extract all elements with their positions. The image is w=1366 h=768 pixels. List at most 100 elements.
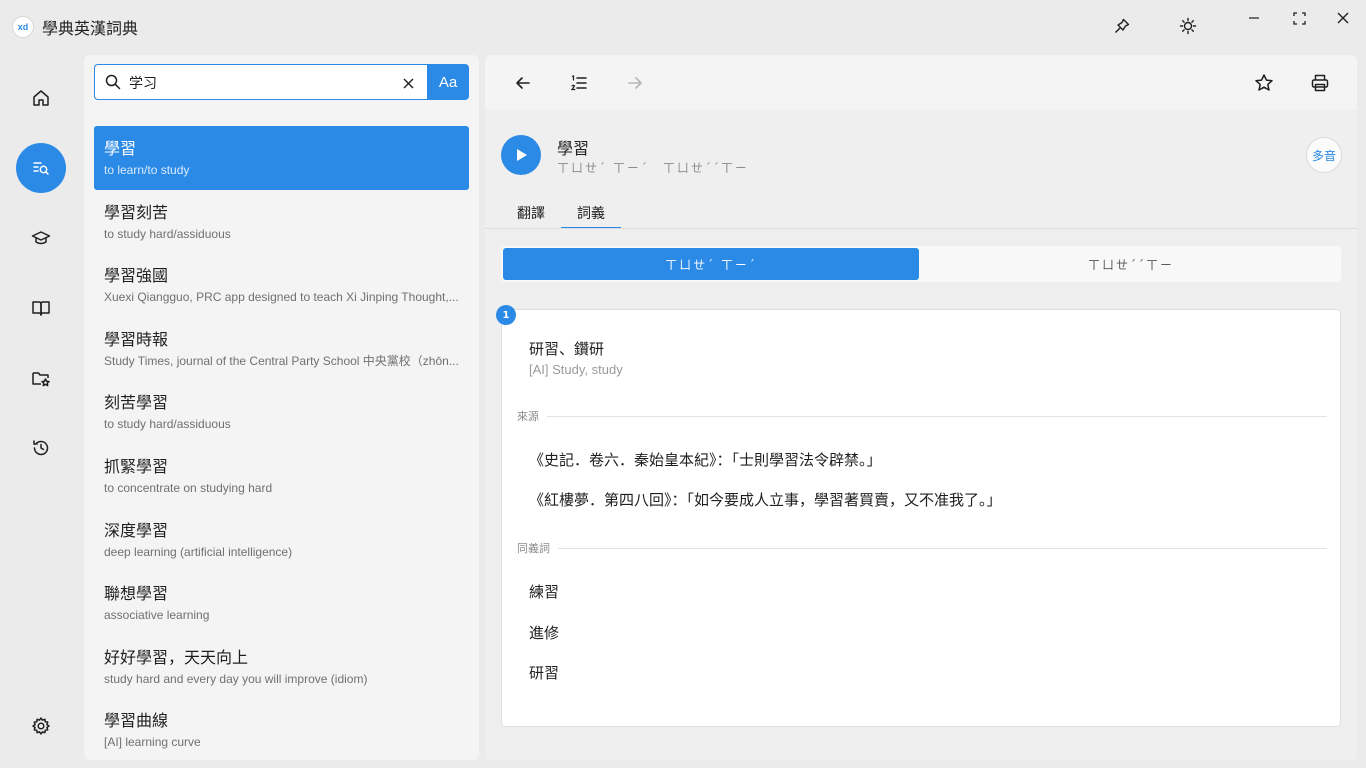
word-pronunciation: ㄒㄩㄝˊ ㄒㄧˊ ㄒㄩㄝˊˊㄒㄧ — [557, 161, 749, 175]
source-label: 來源 — [517, 410, 539, 423]
result-headword: 學習 — [104, 139, 137, 158]
result-gloss: to study hard/assiduous — [104, 417, 231, 432]
graduation-cap-icon — [31, 231, 51, 245]
print-button[interactable] — [1303, 66, 1337, 100]
search-box — [94, 64, 427, 100]
book-icon — [32, 301, 50, 316]
printer-icon — [1311, 74, 1329, 92]
tab-divider — [485, 228, 1357, 229]
result-headword: 抓緊學習 — [104, 456, 169, 476]
synonym-item[interactable]: 進修 — [529, 622, 559, 643]
fullscreen-icon — [1292, 11, 1306, 25]
result-gloss: to learn/to study — [104, 163, 190, 177]
list-item[interactable]: 學習曲線 [AI] learning curve — [94, 698, 469, 760]
case-toggle-button[interactable]: Aa — [427, 64, 469, 100]
star-icon — [1255, 74, 1273, 91]
list-item[interactable]: 學習刻苦 to study hard/assiduous — [94, 190, 469, 254]
list-item[interactable]: 抓緊學習 to concentrate on studying hard — [94, 444, 469, 508]
theme-button[interactable] — [1168, 8, 1208, 44]
result-gloss: to concentrate on studying hard — [104, 480, 273, 495]
result-gloss: [AI] learning curve — [104, 735, 201, 750]
results-panel: Aa 學習 to learn/to study 學習刻苦 to study ha… — [84, 55, 479, 760]
minimize-icon — [1249, 17, 1259, 19]
detail-panel: 學習 ㄒㄩㄝˊ ㄒㄧˊ ㄒㄩㄝˊˊㄒㄧ 多音 翻譯 詞義 ㄒㄩㄝˊ ㄒㄧˊ ㄒㄩ… — [485, 55, 1357, 760]
result-headword: 刻苦學習 — [104, 393, 169, 413]
play-audio-button[interactable] — [501, 135, 541, 175]
app-logo: xd — [12, 16, 34, 38]
synonym-section-label: 同義詞 — [517, 540, 1327, 556]
nav-dictionary[interactable] — [16, 283, 66, 333]
minimize-button[interactable] — [1234, 0, 1274, 36]
definition-translation: [AI] Study, study — [529, 362, 623, 377]
reading-selector: ㄒㄩㄝˊ ㄒㄧˊ ㄒㄩㄝˊˊㄒㄧ — [501, 246, 1341, 282]
search-icon — [105, 74, 121, 90]
clear-search-button[interactable] — [399, 74, 417, 92]
history-icon — [33, 440, 49, 456]
result-headword: 學習強國 — [104, 266, 169, 286]
source-section-label: 來源 — [517, 408, 1327, 424]
detail-tabs: 翻譯 詞義 — [501, 193, 621, 229]
arrow-right-icon — [628, 77, 642, 89]
definition-text: 研習、鑽研 — [529, 340, 605, 358]
synonym-item[interactable]: 練習 — [529, 581, 559, 602]
result-gloss: associative learning — [104, 608, 210, 623]
history-list-button[interactable] — [562, 66, 596, 100]
list-item[interactable]: 聯想學習 associative learning — [94, 571, 469, 635]
folder-star-icon — [32, 372, 50, 387]
forward-button[interactable] — [618, 66, 652, 100]
result-gloss: to study hard/assiduous — [104, 226, 231, 241]
brightness-icon — [1179, 17, 1197, 35]
result-gloss: deep learning (artificial intelligence) — [104, 544, 293, 559]
nav-home[interactable] — [16, 73, 66, 123]
nav-history[interactable] — [16, 423, 66, 473]
arrow-left-icon — [516, 77, 530, 89]
result-headword: 學習時報 — [104, 329, 169, 349]
result-headword: 聯想學習 — [104, 584, 169, 604]
pin-button[interactable] — [1102, 8, 1142, 44]
close-button[interactable] — [1323, 0, 1363, 36]
title-bar: xd 學典英漢詞典 — [0, 0, 1366, 52]
source-quote: 《史記．卷六．秦始皇本紀》：「士則學習法令辟禁。」 — [529, 451, 882, 469]
list-item[interactable]: 學習 to learn/to study — [94, 126, 469, 190]
result-gloss: Study Times, journal of the Central Part… — [104, 353, 459, 368]
list-item[interactable]: 好好學習，天天向上 study hard and every day you w… — [94, 635, 469, 699]
maximize-button[interactable] — [1279, 0, 1319, 36]
nav-favorites[interactable] — [16, 353, 66, 403]
result-headword: 深度學習 — [104, 520, 169, 540]
nav-learn[interactable] — [16, 213, 66, 263]
search-input[interactable] — [129, 71, 389, 95]
favorite-button[interactable] — [1247, 66, 1281, 100]
app-title: 學典英漢詞典 — [42, 19, 139, 38]
results-list: 學習 to learn/to study 學習刻苦 to study hard/… — [94, 126, 469, 760]
divider — [547, 415, 1327, 417]
synonym-item[interactable]: 研習 — [529, 662, 559, 683]
reading-option[interactable]: ㄒㄩㄝˊ ㄒㄧˊ — [503, 248, 919, 280]
definition-card: 研習、鑽研 [AI] Study, study 來源 《史記．卷六．秦始皇本紀》… — [501, 309, 1341, 727]
back-button[interactable] — [506, 66, 540, 100]
tab-definition[interactable]: 詞義 — [561, 193, 621, 229]
close-icon — [403, 78, 413, 88]
gear-icon — [32, 717, 50, 735]
list-item[interactable]: 刻苦學習 to study hard/assiduous — [94, 380, 469, 444]
source-quote: 《紅樓夢．第四八回》：「如今要成人立事，學習著買賣，又不准我了。」 — [529, 491, 1002, 509]
numbered-list-icon — [570, 75, 587, 91]
result-headword: 學習刻苦 — [104, 202, 169, 222]
play-icon — [517, 149, 527, 161]
close-icon — [1337, 12, 1349, 24]
search-list-icon — [33, 162, 49, 175]
result-gloss: study hard and every day you will improv… — [104, 671, 368, 686]
nav-settings[interactable] — [16, 701, 66, 751]
list-item[interactable]: 學習強國 Xuexi Qiangguo, PRC app designed to… — [94, 253, 469, 317]
tab-translation[interactable]: 翻譯 — [501, 193, 561, 229]
synonym-label: 同義詞 — [517, 542, 550, 555]
detail-toolbar — [485, 55, 1357, 110]
list-item[interactable]: 學習時報 Study Times, journal of the Central… — [94, 317, 469, 381]
result-headword: 好好學習，天天向上 — [104, 647, 249, 667]
pin-icon — [1115, 18, 1130, 33]
nav-search[interactable] — [16, 143, 66, 193]
divider — [558, 547, 1327, 549]
multi-pronunciation-button[interactable]: 多音 — [1306, 137, 1342, 173]
word-title: 學習 — [557, 139, 590, 158]
reading-option[interactable]: ㄒㄩㄝˊˊㄒㄧ — [923, 248, 1339, 280]
list-item[interactable]: 深度學習 deep learning (artificial intellige… — [94, 508, 469, 572]
